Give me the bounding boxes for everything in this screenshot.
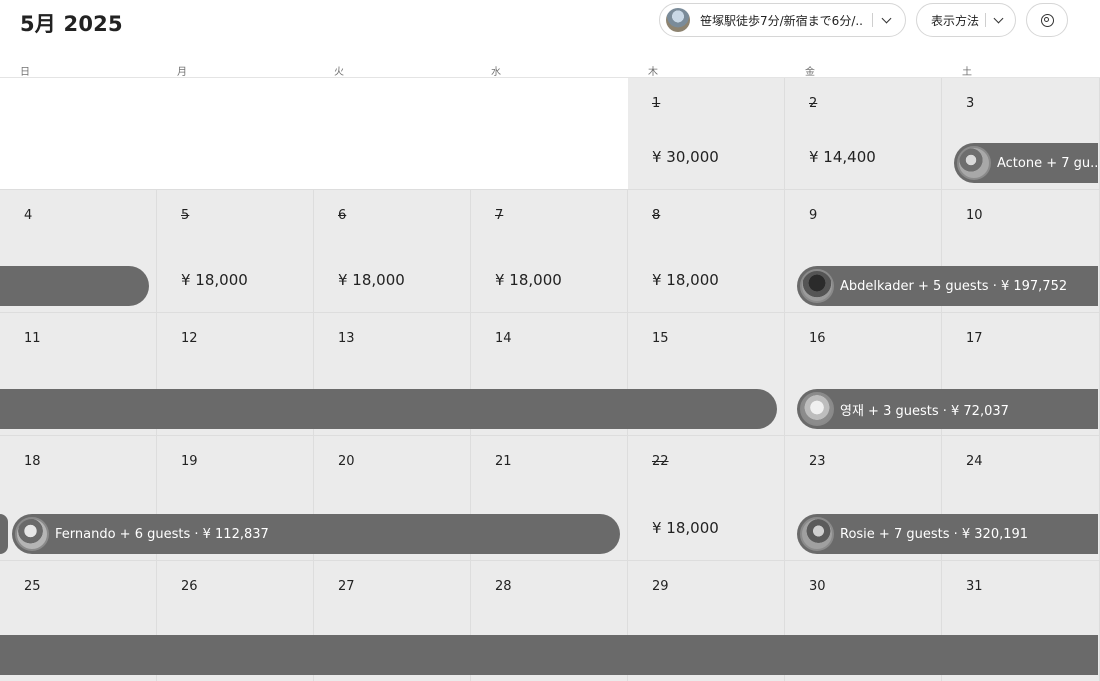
reservation-bar[interactable]: Actone + 7 gu... [954,143,1098,183]
reservation-bar[interactable]: Fernando + 6 guests · ¥ 112,837 [12,514,620,554]
day-number: 4 [24,208,33,223]
weekday-label: 月 [177,67,187,78]
month-title: 5月 2025 [20,12,123,36]
weekday-label: 日 [20,67,30,78]
day-number: 18 [24,454,41,469]
reservation-bar[interactable] [0,389,777,429]
weekday-label: 火 [334,67,344,78]
day-number: 28 [495,579,512,594]
empty-day-cell [471,78,628,190]
day-number: 15 [652,331,669,346]
nightly-price: ¥ 30,000 [652,148,719,166]
day-number: 31 [966,579,983,594]
reservation-bar[interactable] [0,266,149,306]
day-number: 30 [809,579,826,594]
day-number: 26 [181,579,198,594]
reservation-bar[interactable]: Abdelkader + 5 guests · ¥ 197,752 [797,266,1098,306]
day-cell[interactable]: 6 ¥ 18,000 [314,190,471,313]
settings-icon [1040,13,1054,27]
chevron-down-icon [881,13,892,23]
day-number: 29 [652,579,669,594]
day-cell[interactable]: 1 ¥ 30,000 [628,78,785,190]
weekday-label: 金 [805,67,815,78]
guest-avatar [800,517,834,551]
weekday-label: 木 [648,67,658,78]
view-options-button[interactable]: 表示方法 [916,3,1016,37]
day-cell[interactable]: 8 ¥ 18,000 [628,190,785,313]
nightly-price: ¥ 18,000 [652,519,719,537]
day-number: 12 [181,331,198,346]
nightly-price: ¥ 14,400 [809,148,876,166]
reservation-bar[interactable] [0,514,8,554]
day-number: 5 [181,208,190,223]
day-number: 6 [338,208,347,223]
reservation-label: 영재 + 3 guests · ¥ 72,037 [840,403,1009,419]
chevron-down-icon [993,13,1004,23]
day-number: 27 [338,579,355,594]
day-number: 7 [495,208,504,223]
listing-thumbnail [666,8,690,32]
reservation-label: Rosie + 7 guests · ¥ 320,191 [840,526,1029,542]
day-number: 25 [24,579,41,594]
calendar-header: 5月 2025 笹塚駅徒歩7分/新宿まで6分/... 表示方法 [0,0,1100,62]
day-number: 8 [652,208,661,223]
day-number: 21 [495,454,512,469]
day-number: 10 [966,208,983,223]
empty-day-cell [0,78,157,190]
divider [872,13,873,27]
reservation-bar[interactable]: 영재 + 3 guests · ¥ 72,037 [797,389,1098,429]
day-cell[interactable]: 5 ¥ 18,000 [157,190,314,313]
guest-avatar [800,392,834,426]
day-number: 24 [966,454,983,469]
day-number: 16 [809,331,826,346]
day-number: 19 [181,454,198,469]
listing-name: 笹塚駅徒歩7分/新宿まで6分/... [700,13,864,28]
day-number: 1 [652,96,661,111]
day-number: 17 [966,331,983,346]
empty-day-cell [314,78,471,190]
weekday-label: 土 [962,67,972,78]
guest-avatar [957,146,991,180]
day-cell[interactable]: 22 ¥ 18,000 [628,436,785,561]
reservation-bar[interactable] [0,635,1098,675]
empty-day-cell [157,78,314,190]
day-number: 20 [338,454,355,469]
day-number: 11 [24,331,41,346]
day-number: 14 [495,331,512,346]
reservation-bar[interactable]: Rosie + 7 guests · ¥ 320,191 [797,514,1098,554]
day-cell[interactable]: 2 ¥ 14,400 [785,78,942,190]
day-number: 2 [809,96,818,111]
nightly-price: ¥ 18,000 [338,271,405,289]
nightly-price: ¥ 18,000 [181,271,248,289]
day-cell[interactable]: 7 ¥ 18,000 [471,190,628,313]
view-options-label: 表示方法 [931,13,980,28]
day-number: 3 [966,96,975,111]
reservation-label: Abdelkader + 5 guests · ¥ 197,752 [840,278,1068,294]
reservation-label: Fernando + 6 guests · ¥ 112,837 [55,526,269,542]
day-number: 23 [809,454,826,469]
calendar-grid: 1 ¥ 30,000 2 ¥ 14,400 3 4 5 ¥ 18,000 6 ¥ 18,000 7 ¥… [0,77,1100,681]
nightly-price: ¥ 18,000 [652,271,719,289]
listing-selector[interactable]: 笹塚駅徒歩7分/新宿まで6分/... [659,3,906,37]
divider [985,13,987,27]
day-number: 13 [338,331,355,346]
guest-avatar [15,517,49,551]
reservation-label: Actone + 7 gu... [997,155,1098,171]
calendar-settings-button[interactable] [1026,3,1068,37]
weekday-label: 水 [491,67,501,78]
guest-avatar [800,269,834,303]
day-number: 22 [652,454,669,469]
day-number: 9 [809,208,818,223]
nightly-price: ¥ 18,000 [495,271,562,289]
